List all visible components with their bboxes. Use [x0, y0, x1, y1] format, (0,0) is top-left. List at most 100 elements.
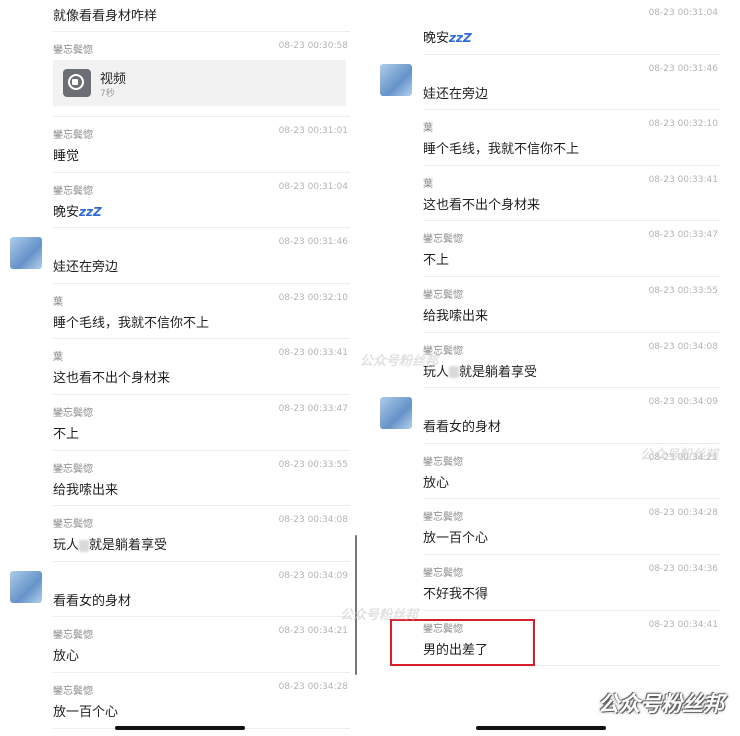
message-text-part: 不上 [423, 253, 450, 269]
message-text: 放心 [423, 472, 449, 491]
timestamp: 08-23 00:31:46 [278, 237, 348, 248]
list-item[interactable]: 葉 08-23 00:32:10 睡个毛线，我就不信你不上 [410, 111, 720, 166]
timestamp: 08-23 00:32:10 [278, 292, 348, 303]
sender-name: 鑾忘鬓惚 [53, 463, 93, 475]
message-text: 这也看不出个身材来 [53, 367, 170, 386]
message-text: 放一百个心 [53, 701, 118, 720]
list-item[interactable]: 08-23 00:31:04 晚安zzZ [410, 0, 720, 55]
divider [53, 393, 350, 395]
list-item[interactable]: 鑾忘鬓惚 08-23 00:31:04 晚安zzZ [40, 174, 350, 229]
avatar[interactable] [10, 570, 42, 603]
divider [423, 609, 720, 611]
sender-name: 鑾忘鬓惚 [53, 130, 93, 141]
message-text-part: 这也看不出个身材来 [423, 197, 541, 213]
chat-panel-left[interactable]: 就像看看身材咋样 鑾忘鬓惚 08-23 00:30:58 视频 7秒 鑾忘鬓惚 0… [0, 0, 350, 736]
message-text: 不好我不得 [423, 583, 488, 602]
message-text: 晚安zzZ [423, 27, 472, 46]
message-text-part: 这也看不出个身材来 [53, 371, 171, 387]
video-card[interactable]: 视频 7秒 [53, 60, 346, 106]
timestamp: 08-23 00:33:55 [648, 286, 718, 296]
watermark: 公众号粉丝邦 [640, 448, 719, 463]
divider [423, 387, 720, 389]
timestamp: 08-23 00:33:47 [278, 404, 348, 414]
message-text-part: 不好我不得 [423, 587, 489, 602]
sender-name: 葉 [423, 178, 433, 190]
timestamp: 08-23 00:34:08 [648, 341, 718, 352]
list-item[interactable]: 葉 08-23 00:33:41 这也看不出个身材来 [40, 340, 350, 395]
video-message[interactable]: 鑾忘鬓惚 08-23 00:30:58 视频 7秒 [40, 33, 350, 117]
list-item[interactable]: 鑾忘鬓惚 08-23 00:33:47 不上 [410, 222, 720, 277]
timestamp: 08-23 00:34:09 [648, 397, 718, 408]
divider [53, 560, 350, 562]
message-text-part: 就是躺着享受 [89, 538, 168, 554]
message-text-part: 娃还在旁边 [53, 260, 119, 276]
message-text: 晚安zzZ [53, 201, 102, 220]
timestamp: 08-23 00:34:09 [278, 570, 348, 581]
list-item[interactable]: 葉 08-23 00:33:41 这也看不出个身材来 [410, 167, 720, 222]
list-item[interactable]: 鑾忘鬓惚 08-23 00:34:08 玩人 就是躺着享受 [40, 507, 350, 562]
divider [423, 498, 720, 500]
redaction-blur [79, 539, 90, 552]
divider [53, 671, 350, 673]
sender-name: 鑾忘鬓惚 [53, 519, 93, 531]
video-duration: 7秒 [100, 89, 115, 99]
divider [53, 171, 350, 173]
timestamp: 08-23 00:31:01 [278, 126, 348, 136]
message-text-part: 放心 [423, 475, 450, 491]
watermark: 公众号粉丝邦 [340, 608, 419, 623]
divider [53, 616, 350, 618]
list-item[interactable]: 08-23 00:31:46 娃还在旁边 [10, 229, 350, 284]
message-text-part: 晚安 [53, 204, 80, 220]
list-item[interactable]: 08-23 00:34:09 看看女的身材 [10, 563, 350, 618]
timestamp: 08-23 00:33:55 [278, 459, 348, 470]
sender-name: 鑾忘鬓惚 [53, 408, 93, 419]
message-text-part: 放心 [53, 649, 80, 665]
message-text-part: 玩人 [53, 538, 80, 554]
message-text-part: 放一百个心 [423, 531, 489, 547]
avatar[interactable] [10, 237, 42, 270]
list-item[interactable]: 鑾忘鬓惚 08-23 00:33:47 不上 [40, 396, 350, 451]
message-text: 给我嗦出来 [423, 305, 488, 324]
divider [53, 31, 350, 32]
divider [423, 220, 720, 222]
watermark-logo: 公众号粉丝邦 [598, 692, 724, 716]
divider [53, 282, 350, 284]
avatar[interactable] [380, 63, 412, 96]
highlight-box [390, 619, 535, 666]
message-text: 娃还在旁边 [423, 83, 488, 102]
message-text-part: 不上 [53, 427, 80, 442]
list-item[interactable]: 葉 08-23 00:32:10 睡个毛线，我就不信你不上 [40, 285, 350, 340]
divider [423, 109, 720, 111]
timestamp: 08-23 00:34:21 [278, 626, 348, 637]
list-item[interactable]: 鑾忘鬓惚 08-23 00:33:55 给我嗦出来 [410, 278, 720, 333]
video-title: 视频 [100, 72, 127, 87]
message-text-part: 睡个毛线，我就不信你不上 [423, 142, 580, 158]
list-item[interactable]: 鑾忘鬓惚 08-23 00:34:08 玩人 就是躺着享受 [410, 334, 720, 389]
message-text: 放一百个心 [423, 527, 488, 546]
divider [53, 227, 350, 229]
divider [53, 505, 350, 507]
sender-name: 葉 [53, 352, 63, 364]
list-item[interactable]: 鑾忘鬓惚 08-23 00:33:55 给我嗦出来 [40, 452, 350, 507]
list-item[interactable]: 鑾忘鬓惚 08-23 00:34:21 放心 [40, 618, 350, 673]
home-indicator [476, 726, 606, 730]
timestamp: 08-23 00:31:46 [648, 63, 718, 74]
list-item[interactable]: 就像看看身材咋样 [40, 0, 350, 32]
list-item[interactable]: 08-23 00:31:46 娃还在旁边 [380, 56, 720, 111]
timestamp: 08-23 00:34:41 [648, 619, 718, 630]
message-text: 娃还在旁边 [53, 256, 118, 275]
sender-name: 鑾忘鬓惚 [53, 686, 93, 697]
list-item[interactable]: 鑾忘鬓惚 08-23 00:31:01 睡觉 [40, 118, 350, 173]
timestamp: 08-23 00:33:41 [648, 174, 718, 185]
timestamp: 08-23 00:33:47 [648, 230, 718, 241]
list-item[interactable]: 鑾忘鬓惚 08-23 00:34:36 不好我不得 [410, 556, 720, 611]
list-item[interactable]: 08-23 00:34:09 看看女的身材 [380, 389, 720, 444]
avatar[interactable] [380, 397, 412, 430]
list-item[interactable]: 鑾忘鬓惚 08-23 00:34:28 放一百个心 [40, 674, 350, 729]
list-item[interactable]: 鑾忘鬓惚 08-23 00:34:28 放一百个心 [410, 500, 720, 555]
divider [423, 275, 720, 277]
home-indicator [115, 726, 245, 730]
message-text-part: 看看女的身材 [53, 593, 132, 609]
message-text: 玩人 就是躺着享受 [423, 361, 537, 380]
video-icon [63, 69, 91, 97]
